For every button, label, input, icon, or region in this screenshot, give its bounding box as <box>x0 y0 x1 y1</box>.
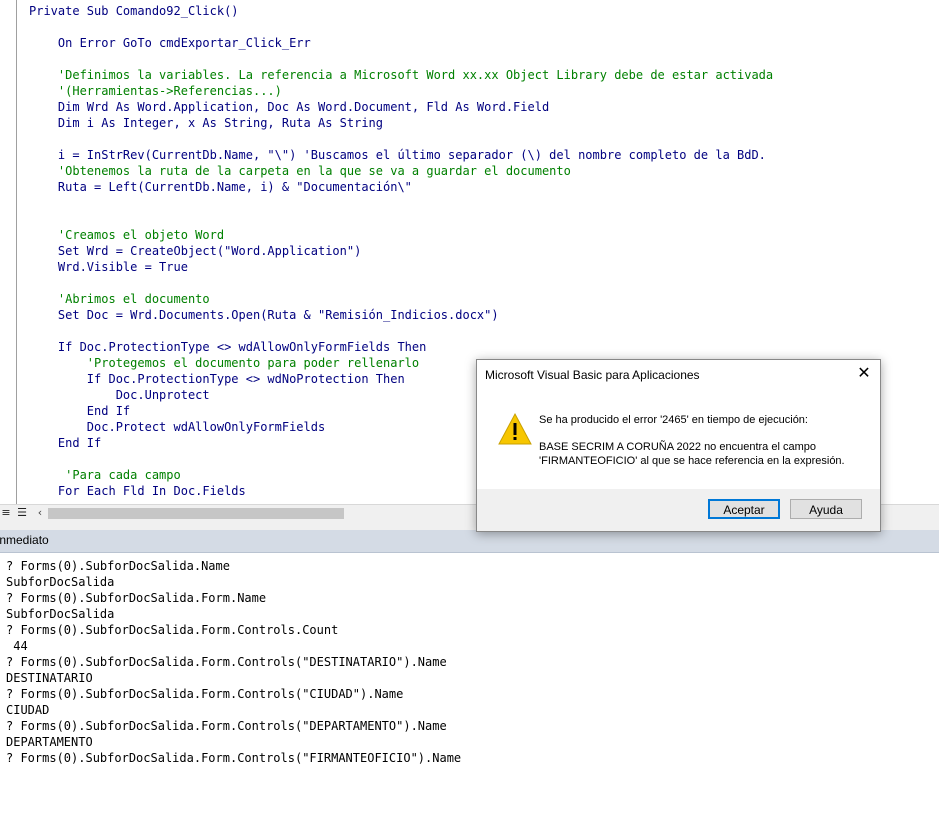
immediate-line: DEPARTAMENTO <box>6 735 93 749</box>
code-line: On Error GoTo cmdExportar_Click_Err <box>29 36 311 50</box>
immediate-line: SubforDocSalida <box>6 607 115 621</box>
warning-icon <box>498 412 532 445</box>
immediate-line: ? Forms(0).SubforDocSalida.Form.Controls… <box>6 655 447 669</box>
immediate-line: CIUDAD <box>6 703 50 717</box>
immediate-line: SubforDocSalida <box>6 575 115 589</box>
code-line: Set Wrd = CreateObject("Word.Application… <box>29 244 362 258</box>
immediate-window-title: Inmediato <box>0 533 49 547</box>
help-button[interactable]: Ayuda <box>790 499 862 519</box>
scroll-left-arrow-icon[interactable]: ‹ <box>34 506 46 520</box>
immediate-line: ? Forms(0).SubforDocSalida.Form.Controls… <box>6 687 404 701</box>
close-icon[interactable]: ✕ <box>854 364 874 384</box>
immediate-line: DESTINATARIO <box>6 671 93 685</box>
dialog-footer: Aceptar Ayuda <box>477 489 880 531</box>
immediate-line: 44 <box>6 639 28 653</box>
error-detail: BASE SECRIM A CORUÑA 2022 no encuentra e… <box>539 441 845 467</box>
scroll-thumb[interactable] <box>48 508 344 519</box>
immediate-line: ? Forms(0).SubforDocSalida.Form.Name <box>6 591 267 605</box>
error-dialog: Microsoft Visual Basic para Aplicaciones… <box>476 359 881 532</box>
code-line: i = InStrRev(CurrentDb.Name, "\") 'Busca… <box>29 148 766 162</box>
code-line: End If <box>29 436 102 450</box>
code-line: Wrd.Visible = True <box>29 260 188 274</box>
immediate-line: ? Forms(0).SubforDocSalida.Form.Controls… <box>6 719 447 733</box>
code-line: Doc.Protect wdAllowOnlyFormFields <box>29 420 326 434</box>
immediate-line: ? Forms(0).SubforDocSalida.Form.Controls… <box>6 623 339 637</box>
code-line: Doc.Unprotect <box>29 388 210 402</box>
code-comment-line: 'Para cada campo <box>29 468 181 482</box>
code-line: Private Sub Comando92_Click() <box>29 4 239 18</box>
code-comment-line: 'Abrimos el documento <box>29 292 210 306</box>
code-comment-line: 'Definimos la variables. La referencia a… <box>29 68 774 82</box>
code-comment-line: 'Protegemos el documento para poder rell… <box>29 356 420 370</box>
error-message: Se ha producido el error '2465' en tiemp… <box>539 414 808 426</box>
immediate-line: ? Forms(0).SubforDocSalida.Form.Controls… <box>6 751 462 765</box>
code-line: For Each Fld In Doc.Fields <box>29 484 246 498</box>
dialog-title: Microsoft Visual Basic para Aplicaciones <box>485 368 700 382</box>
editor-margin-divider <box>16 0 17 504</box>
code-comment-line: '(Herramientas->Referencias...) <box>29 84 282 98</box>
code-line: Dim Wrd As Word.Application, Doc As Word… <box>29 100 550 114</box>
immediate-window[interactable]: ? Forms(0).SubforDocSalida.Name SubforDoc… <box>0 553 939 835</box>
procedure-view-icon[interactable]: ≡ <box>0 507 12 519</box>
immediate-window-titlebar[interactable]: Inmediato <box>0 530 939 553</box>
immediate-line: ? Forms(0).SubforDocSalida.Name <box>6 559 230 573</box>
full-module-view-icon[interactable]: ☰ <box>16 507 28 519</box>
code-line: Set Doc = Wrd.Documents.Open(Ruta & "Rem… <box>29 308 499 322</box>
code-line: End If <box>29 404 131 418</box>
code-line: If Doc.ProtectionType <> wdNoProtection … <box>29 372 405 386</box>
code-comment-line: 'Creamos el objeto Word <box>29 228 225 242</box>
code-line: Ruta = Left(CurrentDb.Name, i) & "Docume… <box>29 180 412 194</box>
ok-button[interactable]: Aceptar <box>708 499 780 519</box>
code-line: If Doc.ProtectionType <> wdAllowOnlyForm… <box>29 340 427 354</box>
code-comment-line: 'Obtenemos la ruta de la carpeta en la q… <box>29 164 571 178</box>
code-line: Dim i As Integer, x As String, Ruta As S… <box>29 116 384 130</box>
